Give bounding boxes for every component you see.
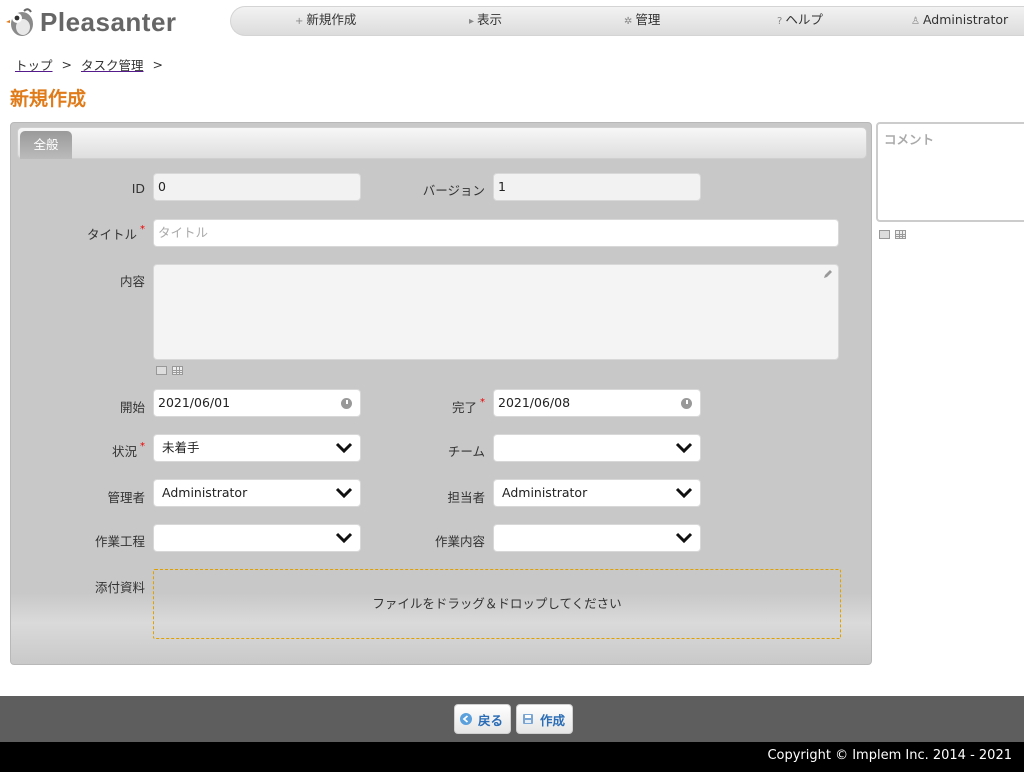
nav-new[interactable]: + 新規作成 xyxy=(295,7,356,35)
page-title: 新規作成 xyxy=(10,88,87,110)
nav-help-label: ヘルプ xyxy=(785,12,823,27)
create-button-label: 作成 xyxy=(540,712,566,728)
help-icon: ? xyxy=(777,16,783,27)
nav-user[interactable]: ♙ Administrator xyxy=(911,7,1008,35)
process-select[interactable] xyxy=(153,524,361,552)
work-select[interactable] xyxy=(493,524,701,552)
nav-user-label: Administrator xyxy=(922,12,1009,27)
clock-icon[interactable] xyxy=(341,398,352,409)
image-icon[interactable] xyxy=(156,366,167,375)
start-label: 開始 xyxy=(119,400,145,415)
clock-icon[interactable] xyxy=(681,398,692,409)
chevron-down-icon xyxy=(675,532,693,544)
chevron-down-icon xyxy=(675,487,693,499)
manager-label: 管理者 xyxy=(107,490,145,505)
breadcrumb-task-management[interactable]: タスク管理 xyxy=(81,55,144,74)
main-navbar: + 新規作成 ▸ 表示 ✲ 管理 ? ヘルプ ♙ Administrator xyxy=(230,6,1024,36)
command-bar: 戻る 作成 xyxy=(0,696,1024,742)
file-dropzone[interactable]: ファイルをドラッグ＆ドロップしてください xyxy=(153,569,841,639)
pencil-icon[interactable] xyxy=(823,269,833,279)
breadcrumb-separator: > xyxy=(61,56,72,72)
pleasanter-bird-icon xyxy=(6,8,33,36)
create-button[interactable]: 作成 xyxy=(516,704,574,734)
complete-label: 完了 * xyxy=(451,397,485,415)
chevron-down-icon xyxy=(335,532,353,544)
attachments-label: 添付資料 xyxy=(94,580,145,595)
chevron-down-icon xyxy=(335,487,353,499)
plus-icon: + xyxy=(295,16,304,27)
work-label: 作業内容 xyxy=(434,534,485,549)
triangle-right-icon: ▸ xyxy=(469,16,475,27)
status-select[interactable]: 未着手 xyxy=(153,434,361,462)
body-label: 内容 xyxy=(119,274,145,289)
header: Pleasanter + 新規作成 ▸ 表示 ✲ 管理 ? ヘルプ ♙ Administr… xyxy=(0,0,1024,44)
comment-placeholder: コメント xyxy=(884,132,935,147)
required-mark: * xyxy=(140,224,145,235)
title-input[interactable]: タイトル xyxy=(153,219,839,247)
id-field: 0 xyxy=(153,173,361,201)
body-textarea[interactable] xyxy=(153,264,839,360)
team-label: チーム xyxy=(447,444,485,459)
gear-icon: ✲ xyxy=(624,16,633,27)
complete-date-input[interactable]: 2021/06/08 xyxy=(493,389,701,417)
required-mark: * xyxy=(140,441,145,452)
breadcrumb-separator: > xyxy=(152,56,163,72)
table-icon[interactable] xyxy=(895,230,906,239)
chevron-down-icon xyxy=(675,442,693,454)
chevron-down-icon xyxy=(335,442,353,454)
image-icon[interactable] xyxy=(879,230,890,239)
title-label: タイトル * xyxy=(86,224,145,242)
breadcrumb-top[interactable]: トップ xyxy=(15,55,53,74)
back-button-label: 戻る xyxy=(478,712,504,728)
required-mark: * xyxy=(480,397,485,408)
version-field: 1 xyxy=(493,173,701,201)
nav-view[interactable]: ▸ 表示 xyxy=(469,7,502,35)
back-arrow-icon xyxy=(460,713,472,725)
version-label: バージョン xyxy=(422,183,485,198)
nav-help[interactable]: ? ヘルプ xyxy=(777,7,823,35)
editor-panel: 全般 ID 0 バージョン 1 タイトル * タイトル 内容 開始 2021/06… xyxy=(10,122,872,665)
breadcrumb: トップ > タスク管理 > xyxy=(15,55,172,73)
back-button[interactable]: 戻る xyxy=(454,704,512,734)
logo-text: Pleasanter xyxy=(40,6,177,37)
nav-new-label: 新規作成 xyxy=(306,12,357,27)
status-label: 状況 * xyxy=(111,441,145,459)
manager-select[interactable]: Administrator xyxy=(153,479,361,507)
start-date-input[interactable]: 2021/06/01 xyxy=(153,389,361,417)
nav-view-label: 表示 xyxy=(477,12,503,27)
logo[interactable]: Pleasanter xyxy=(6,5,177,39)
owner-label: 担当者 xyxy=(447,490,485,505)
nav-manage-label: 管理 xyxy=(635,12,661,27)
tab-bar: 全般 xyxy=(17,127,867,159)
nav-manage[interactable]: ✲ 管理 xyxy=(624,7,660,35)
owner-select[interactable]: Administrator xyxy=(493,479,701,507)
id-label: ID xyxy=(131,181,145,196)
tab-general[interactable]: 全般 xyxy=(20,131,72,159)
process-label: 作業工程 xyxy=(94,534,145,549)
comment-input[interactable]: コメント xyxy=(876,122,1024,222)
save-icon xyxy=(523,714,533,724)
user-icon: ♙ xyxy=(911,16,920,27)
copyright: Copyright © Implem Inc. 2014 - 2021 xyxy=(0,742,1024,772)
table-icon[interactable] xyxy=(172,366,183,375)
team-select[interactable] xyxy=(493,434,701,462)
